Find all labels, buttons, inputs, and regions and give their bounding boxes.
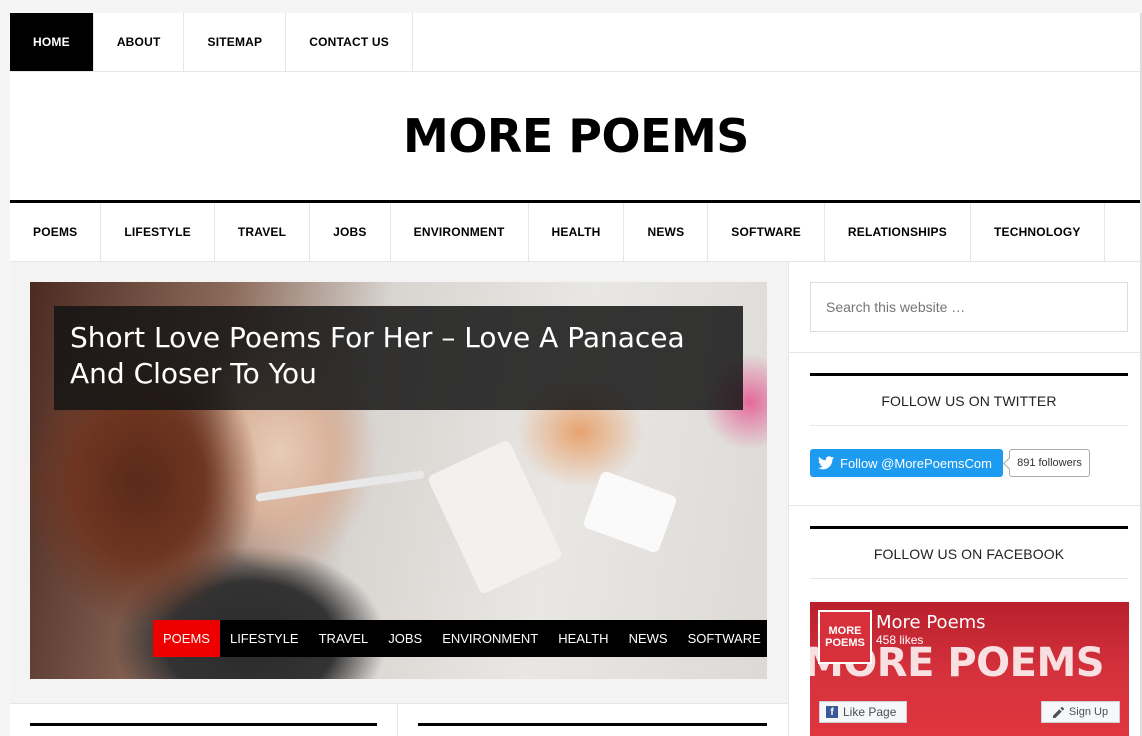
column-separator bbox=[397, 704, 398, 736]
nav-item-sitemap[interactable]: SITEMAP bbox=[184, 13, 287, 71]
divider bbox=[789, 352, 1142, 353]
divider bbox=[789, 505, 1142, 506]
sidebar: FOLLOW US ON TWITTER Follow @MorePoemsCo… bbox=[788, 262, 1142, 736]
pencil-icon bbox=[1052, 706, 1064, 718]
twitter-follow-label: Follow @MorePoemsCom bbox=[840, 455, 992, 471]
category-item-poems[interactable]: POEMS bbox=[10, 203, 102, 261]
category-navigation: POEMS LIFESTYLE TRAVEL JOBS ENVIRONMENT … bbox=[10, 200, 1142, 262]
pen-shape bbox=[255, 470, 425, 502]
featured-post-image[interactable]: Short Love Poems For Her – Love A Panace… bbox=[30, 282, 767, 679]
facebook-like-button[interactable]: f Like Page bbox=[819, 701, 907, 723]
category-item-software[interactable]: SOFTWARE bbox=[708, 203, 825, 261]
featured-post-categories: POEMS LIFESTYLE TRAVEL JOBS ENVIRONMENT … bbox=[153, 620, 767, 657]
main-content: Short Love Poems For Her – Love A Panace… bbox=[10, 262, 788, 736]
nav-item-home[interactable]: HOME bbox=[10, 13, 94, 71]
category-item-relationships[interactable]: RELATIONSHIPS bbox=[825, 203, 971, 261]
facebook-page-name[interactable]: More Poems bbox=[876, 612, 986, 633]
facebook-page-widget[interactable]: MORE POEMS MORE POEMS More Poems 458 lik… bbox=[810, 602, 1129, 736]
category-item-environment[interactable]: ENVIRONMENT bbox=[391, 203, 529, 261]
category-item-lifestyle[interactable]: LIFESTYLE bbox=[101, 203, 215, 261]
nav-item-contact-us[interactable]: CONTACT US bbox=[286, 13, 414, 71]
featured-category-travel[interactable]: TRAVEL bbox=[309, 620, 379, 657]
category-item-travel[interactable]: TRAVEL bbox=[215, 203, 311, 261]
post-column-divider-right bbox=[418, 723, 767, 726]
featured-category-news[interactable]: NEWS bbox=[619, 620, 678, 657]
featured-category-health[interactable]: HEALTH bbox=[548, 620, 618, 657]
top-navigation: HOME ABOUT SITEMAP CONTACT US bbox=[10, 13, 1142, 72]
post-column-divider-left bbox=[30, 723, 377, 726]
site-container: HOME ABOUT SITEMAP CONTACT US MORE POEMS… bbox=[10, 13, 1142, 736]
post-grid bbox=[10, 703, 788, 736]
facebook-signup-button[interactable]: Sign Up bbox=[1041, 701, 1120, 723]
category-item-health[interactable]: HEALTH bbox=[529, 203, 625, 261]
category-item-jobs[interactable]: JOBS bbox=[310, 203, 391, 261]
facebook-like-label: Like Page bbox=[843, 705, 897, 719]
featured-category-environment[interactable]: ENVIRONMENT bbox=[432, 620, 548, 657]
facebook-icon: f bbox=[826, 706, 838, 718]
twitter-follower-count[interactable]: 891 followers bbox=[1009, 449, 1090, 477]
phone-shape bbox=[582, 470, 678, 554]
search-input[interactable] bbox=[810, 282, 1128, 332]
facebook-widget-title: FOLLOW US ON FACEBOOK bbox=[810, 526, 1128, 579]
twitter-widget-title: FOLLOW US ON TWITTER bbox=[810, 373, 1128, 426]
featured-category-poems[interactable]: POEMS bbox=[153, 620, 220, 657]
facebook-page-logo[interactable]: MORE POEMS bbox=[818, 610, 872, 664]
twitter-follow-button[interactable]: Follow @MorePoemsCom bbox=[810, 449, 1003, 477]
featured-post-title-box[interactable]: Short Love Poems For Her – Love A Panace… bbox=[54, 306, 743, 410]
category-item-technology[interactable]: TECHNOLOGY bbox=[971, 203, 1105, 261]
category-item-news[interactable]: NEWS bbox=[624, 203, 709, 261]
featured-category-software[interactable]: SOFTWARE bbox=[678, 620, 767, 657]
nav-item-about[interactable]: ABOUT bbox=[94, 13, 185, 71]
featured-post-title[interactable]: Short Love Poems For Her – Love A Panace… bbox=[70, 321, 685, 390]
twitter-bird-icon bbox=[818, 456, 834, 470]
site-title[interactable]: MORE POEMS bbox=[10, 72, 1142, 200]
facebook-like-count: 458 likes bbox=[876, 633, 924, 647]
featured-category-jobs[interactable]: JOBS bbox=[378, 620, 432, 657]
notebook-shape bbox=[426, 439, 564, 595]
facebook-signup-label: Sign Up bbox=[1068, 706, 1109, 718]
featured-category-lifestyle[interactable]: LIFESTYLE bbox=[220, 620, 309, 657]
